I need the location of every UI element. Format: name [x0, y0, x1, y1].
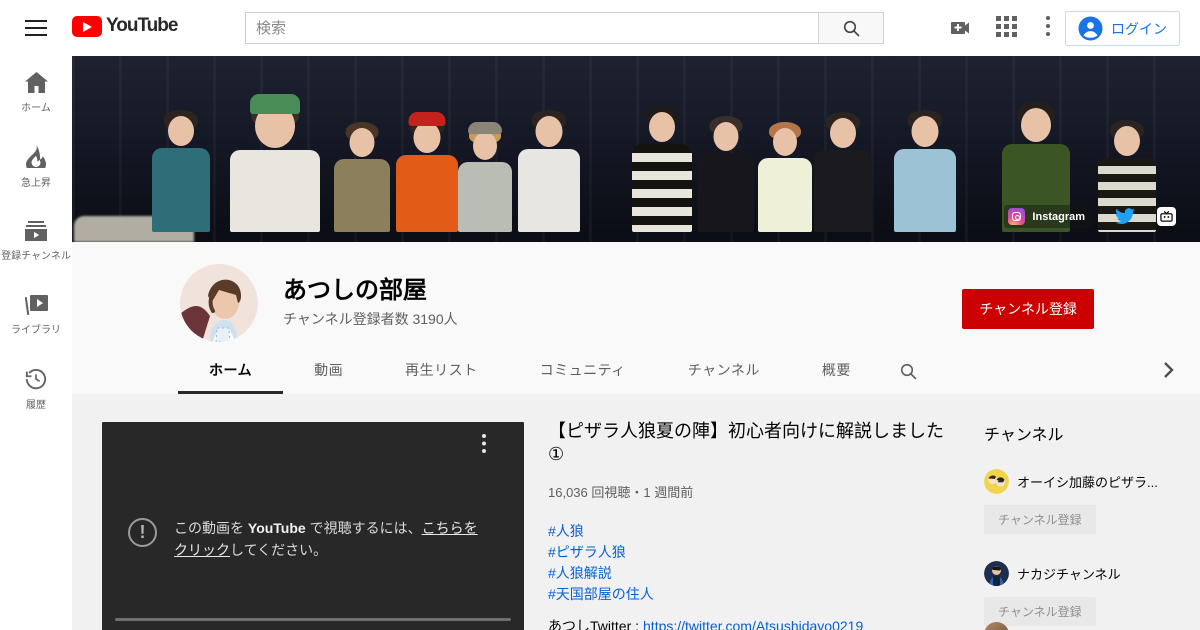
related-channel-name: オーイシ加藤のピザラ...	[1017, 475, 1158, 490]
instagram-icon	[1008, 208, 1026, 225]
tab-community[interactable]: コミュニティ	[509, 348, 657, 394]
banner-social-links: Instagram	[1004, 205, 1176, 228]
twitter-icon[interactable]	[1115, 208, 1135, 225]
video-player[interactable]: ! この動画を YouTube で視聴するには、こちらをクリックしてください。	[102, 422, 524, 630]
hamburger-icon	[25, 20, 47, 36]
banner-person	[152, 110, 210, 232]
hashtag-link[interactable]: #天国部屋の住人	[548, 584, 960, 605]
channel-thumbnail	[984, 561, 1009, 586]
subscriptions-icon	[25, 220, 47, 241]
related-channels: チャンネル オーイシ加藤のピザラ... チャンネル登録 ナカジチャンネル チャン…	[984, 421, 1189, 630]
youtube-logo[interactable]: YouTube	[72, 15, 178, 37]
banner-person	[396, 112, 458, 232]
banner-person	[814, 112, 872, 232]
channel-search-button[interactable]	[882, 348, 935, 394]
tab-videos[interactable]: 動画	[283, 348, 374, 394]
history-icon	[25, 368, 47, 389]
tabs-overflow-button[interactable]	[1158, 360, 1182, 384]
banner-person	[632, 106, 692, 232]
error-icon: !	[128, 518, 157, 547]
more-options-button[interactable]	[1046, 16, 1058, 40]
sidebar-item-history[interactable]: 履歴	[0, 352, 72, 426]
banner-person	[230, 94, 320, 232]
player-error-message: ! この動画を YouTube で視聴するには、こちらをクリックしてください。	[128, 518, 478, 561]
logo-wordmark: YouTube	[106, 15, 178, 36]
instagram-link[interactable]: Instagram	[1004, 205, 1093, 228]
library-icon	[24, 295, 48, 315]
related-channel-item: オーイシ加藤のピザラ... チャンネル登録	[984, 469, 1189, 534]
search-input[interactable]	[245, 12, 818, 44]
youtube-play-icon	[72, 15, 102, 37]
channel-search-icon	[900, 363, 917, 380]
player-menu-button[interactable]	[482, 434, 502, 458]
hashtag-link[interactable]: #ピザラ人狼	[548, 542, 960, 563]
menu-button[interactable]	[16, 16, 56, 40]
related-subscribe-button[interactable]: チャンネル登録	[984, 505, 1096, 534]
description-label: あつしTwitter :	[548, 618, 640, 630]
sidebar-item-subscriptions[interactable]: 登録チャンネル	[0, 204, 72, 278]
message-mid: で視聴するには、	[305, 520, 422, 536]
tab-about[interactable]: 概要	[791, 348, 882, 394]
login-label: ログイン	[1111, 20, 1167, 37]
channel-tabs: ホーム 動画 再生リスト コミュニティ チャンネル 概要	[178, 348, 1200, 394]
apps-button[interactable]	[996, 16, 1020, 40]
watch-on-youtube-link-2[interactable]: クリック	[174, 542, 230, 558]
login-button[interactable]: ログイン	[1065, 11, 1180, 46]
subscribe-button[interactable]: チャンネル登録	[962, 289, 1094, 329]
watch-on-youtube-link[interactable]: こちらを	[422, 520, 478, 536]
banner-person	[334, 122, 390, 232]
related-channel-name: ナカジチャンネル	[1017, 567, 1121, 582]
hashtag-link[interactable]: #人狼解説	[548, 563, 960, 584]
player-kebab-icon	[482, 434, 486, 453]
twitter-link[interactable]: https://twitter.com/Atsushidayo0219	[643, 618, 863, 630]
tab-home[interactable]: ホーム	[178, 348, 284, 394]
banner-person	[518, 110, 580, 232]
hashtag-link[interactable]: #人狼	[548, 521, 960, 542]
chevron-right-icon	[1164, 362, 1174, 378]
message-brand: YouTube	[247, 520, 306, 536]
search-button[interactable]	[818, 12, 884, 44]
related-channel-item: ナカジチャンネル チャンネル登録	[984, 561, 1189, 626]
video-title[interactable]: 【ピザラ人狼夏の陣】初心者向けに解説しました①	[548, 420, 960, 467]
related-channel-link[interactable]: オーイシ加藤のピザラ...	[984, 469, 1189, 494]
video-info: 【ピザラ人狼夏の陣】初心者向けに解説しました① 16,036 回視聴・1 週間前…	[548, 420, 960, 630]
sidebar-item-library[interactable]: ライブラリ	[0, 278, 72, 352]
upload-video-button[interactable]	[948, 16, 972, 40]
video-camera-icon	[951, 22, 969, 34]
apps-grid-icon	[996, 16, 1017, 37]
tab-channels[interactable]: チャンネル	[657, 348, 791, 394]
niconico-icon[interactable]	[1157, 207, 1176, 226]
hashtag-list: #人狼 #ピザラ人狼 #人狼解説 #天国部屋の住人	[548, 521, 960, 605]
search-form	[245, 12, 884, 44]
left-sidebar: ホーム 急上昇 登録チャンネル ライブラリ 履歴	[0, 56, 72, 630]
related-heading: チャンネル	[984, 427, 1064, 444]
channel-thumbnail	[984, 469, 1009, 494]
channel-header: あつしの部屋 チャンネル登録者数 3190人 チャンネル登録 ホーム 動画 再生…	[72, 242, 1200, 394]
player-progress-bar[interactable]	[115, 618, 511, 621]
tab-playlists[interactable]: 再生リスト	[374, 348, 509, 394]
message-prefix: この動画を	[174, 520, 248, 536]
subscriber-count: チャンネル登録者数 3190人	[283, 311, 458, 327]
home-icon	[24, 72, 48, 93]
banner-person	[894, 110, 956, 232]
trending-icon	[26, 145, 46, 168]
kebab-icon	[1046, 16, 1050, 36]
banner-person	[758, 122, 812, 232]
instagram-label: Instagram	[1032, 210, 1085, 223]
top-bar: YouTube ログイン	[0, 0, 1200, 56]
video-meta: 16,036 回視聴・1 週間前	[548, 484, 694, 500]
person-icon	[1078, 16, 1103, 41]
sidebar-item-home[interactable]: ホーム	[0, 56, 72, 130]
search-icon	[843, 20, 860, 37]
banner-person	[458, 122, 512, 232]
sidebar-item-trending[interactable]: 急上昇	[0, 130, 72, 204]
video-description: あつしTwitter : https://twitter.com/Atsushid…	[548, 616, 863, 630]
channel-name: あつしの部屋	[283, 277, 427, 304]
related-channel-link[interactable]: ナカジチャンネル	[984, 561, 1189, 586]
banner-person	[698, 116, 754, 232]
related-subscribe-button[interactable]: チャンネル登録	[984, 597, 1096, 626]
channel-banner: Instagram	[72, 56, 1200, 242]
message-suffix: してください。	[230, 541, 328, 558]
channel-avatar[interactable]	[180, 264, 258, 342]
